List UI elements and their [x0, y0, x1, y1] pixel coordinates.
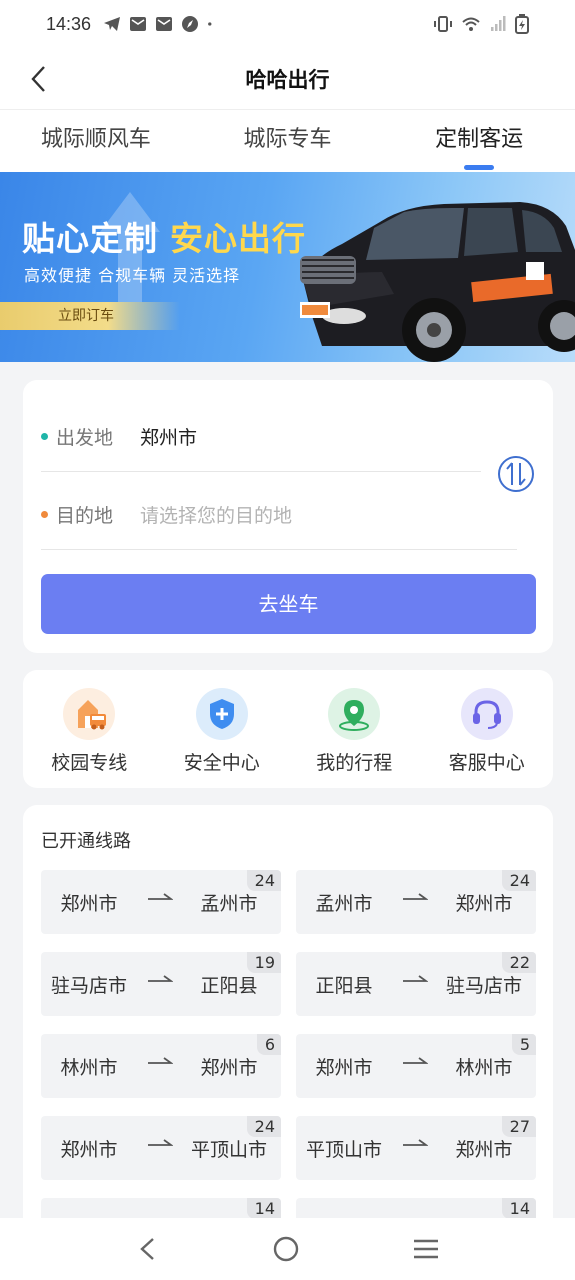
go-ride-button[interactable]: 去坐车 — [41, 574, 536, 634]
route-count-badge: 14 — [246, 1198, 281, 1219]
arrow-right-icon — [403, 893, 428, 900]
telegram-icon — [104, 17, 121, 31]
mail-icon-2 — [156, 17, 173, 31]
system-back-icon[interactable] — [136, 1236, 160, 1262]
chevron-left-icon — [31, 66, 45, 92]
departure-field[interactable]: 出发地 郑州市 — [41, 402, 481, 472]
route-count-badge: 24 — [246, 870, 281, 891]
route-count-badge: 24 — [246, 1116, 281, 1137]
mail-icon — [130, 17, 147, 31]
destination-placeholder: 请选择您的目的地 — [140, 505, 293, 527]
menu-customer-service-label: 客服中心 — [448, 752, 525, 774]
shield-plus-icon — [195, 688, 248, 740]
route-count-badge: 27 — [501, 1116, 536, 1137]
route-count-badge: 6 — [256, 1034, 281, 1055]
system-home-icon[interactable] — [271, 1234, 301, 1264]
route-to: 郑州市 — [455, 892, 513, 915]
banner-subline: 高效便捷 合规车辆 灵活选择 — [24, 266, 241, 285]
route-from: 林州市 — [60, 1056, 118, 1079]
route-grid: 郑州市 孟州市 24 孟州市 郑州市 24 驻马店市 正阳县 19 正阳县 驻马店市 22 林州… — [41, 870, 536, 1262]
van-illustration — [300, 202, 575, 362]
school-bus-icon — [63, 688, 116, 740]
departure-label: 出发地 — [56, 427, 114, 449]
promo-banner[interactable]: 贴心定制 安心出行 高效便捷 合规车辆 灵活选择 立即订车 — [0, 172, 575, 362]
tab-intercity-carpool[interactable]: 城际顺风车 — [0, 110, 192, 172]
menu-safety-center-label: 安全中心 — [183, 752, 260, 774]
menu-customer-service[interactable]: 客服中心 — [421, 670, 554, 788]
wifi-icon — [462, 17, 480, 31]
arrow-right-icon — [148, 1139, 173, 1146]
route-to: 郑州市 — [200, 1056, 258, 1079]
open-routes: 已开通线路 郑州市 孟州市 24 孟州市 郑州市 24 驻马店市 正阳县 19 正阳县 驻马店… — [23, 805, 553, 1262]
route-item[interactable]: 郑州市 林州市 5 — [296, 1034, 536, 1098]
route-to: 驻马店市 — [445, 974, 522, 997]
tab-intercity-car[interactable]: 城际专车 — [192, 110, 384, 172]
route-count-badge: 5 — [511, 1034, 536, 1055]
route-count-badge: 22 — [501, 952, 536, 973]
menu-my-trips-label: 我的行程 — [316, 752, 393, 774]
route-count-badge: 19 — [246, 952, 281, 973]
page-title: 哈哈出行 — [245, 67, 330, 92]
arrow-right-icon — [403, 1057, 428, 1064]
route-from: 郑州市 — [60, 892, 118, 915]
destination-dot — [41, 511, 48, 518]
arrow-right-icon — [403, 1139, 428, 1146]
menu-campus-line-label: 校园专线 — [51, 752, 128, 774]
menu-campus-line[interactable]: 校园专线 — [23, 670, 156, 788]
destination-field[interactable]: 目的地 请选择您的目的地 — [41, 480, 517, 550]
headset-icon — [460, 688, 513, 740]
route-to: 平顶山市 — [190, 1138, 267, 1161]
route-from: 平顶山市 — [305, 1138, 382, 1161]
status-time: 14:36 — [46, 13, 92, 34]
departure-dot — [41, 433, 48, 440]
location-pin-icon — [328, 688, 381, 740]
book-now-button[interactable]: 立即订车 — [0, 302, 180, 330]
swap-locations-icon[interactable] — [497, 455, 535, 493]
tab-bar: 城际顺风车 城际专车 定制客运 — [0, 110, 575, 172]
route-from: 郑州市 — [315, 1056, 373, 1079]
route-to: 正阳县 — [200, 974, 258, 997]
arrow-right-icon — [148, 975, 173, 982]
route-item[interactable]: 平顶山市 郑州市 27 — [296, 1116, 536, 1180]
vibrate-icon — [434, 16, 452, 32]
signal-icon — [491, 16, 506, 31]
route-item[interactable]: 孟州市 郑州市 24 — [296, 870, 536, 934]
route-to: 郑州市 — [455, 1138, 513, 1161]
menu-my-trips[interactable]: 我的行程 — [288, 670, 421, 788]
route-count-badge: 24 — [501, 870, 536, 891]
route-from: 孟州市 — [315, 892, 373, 915]
route-to: 孟州市 — [200, 892, 258, 915]
menu-safety-center[interactable]: 安全中心 — [156, 670, 289, 788]
route-count-badge: 14 — [501, 1198, 536, 1219]
quick-menu: 校园专线 安全中心 我的行程 客服中心 — [23, 670, 553, 788]
route-item[interactable]: 正阳县 驻马店市 22 — [296, 952, 536, 1016]
system-menu-icon[interactable] — [412, 1237, 440, 1261]
arrow-right-icon — [403, 975, 428, 982]
status-bar: 14:36 — [0, 0, 575, 48]
route-form: 出发地 郑州市 目的地 请选择您的目的地 去坐车 — [23, 380, 553, 653]
banner-headline: 贴心定制 安心出行 — [22, 212, 306, 260]
route-item[interactable]: 郑州市 孟州市 24 — [41, 870, 281, 934]
destination-label: 目的地 — [56, 505, 114, 527]
back-button[interactable] — [22, 62, 56, 96]
route-from: 驻马店市 — [50, 974, 127, 997]
banner-headline-white: 贴心定制 — [22, 219, 158, 258]
route-to: 林州市 — [455, 1056, 513, 1079]
route-item[interactable]: 郑州市 平顶山市 24 — [41, 1116, 281, 1180]
routes-title: 已开通线路 — [41, 831, 131, 852]
route-from: 郑州市 — [60, 1138, 118, 1161]
route-from: 正阳县 — [315, 974, 373, 997]
nav-bar: 哈哈出行 — [0, 48, 575, 110]
battery-icon — [515, 14, 529, 34]
compass-icon — [182, 16, 199, 32]
route-item[interactable]: 驻马店市 正阳县 19 — [41, 952, 281, 1016]
tab-custom-transport[interactable]: 定制客运 — [383, 110, 575, 172]
arrow-right-icon — [148, 893, 173, 900]
route-item[interactable]: 林州市 郑州市 6 — [41, 1034, 281, 1098]
notification-dot-icon — [208, 22, 212, 26]
system-nav-bar — [0, 1218, 575, 1280]
arrow-right-icon — [148, 1057, 173, 1064]
departure-value: 郑州市 — [140, 427, 198, 449]
